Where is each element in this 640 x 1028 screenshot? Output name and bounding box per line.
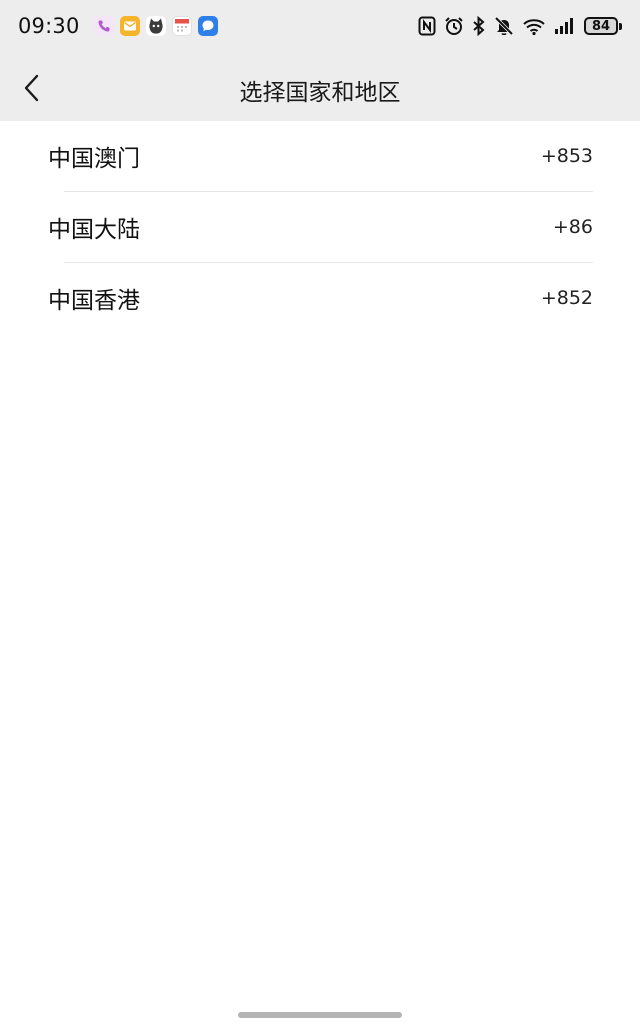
- calendar-icon-glyph: [174, 19, 189, 32]
- status-right: 84: [410, 16, 622, 36]
- page-title: 选择国家和地区: [239, 80, 401, 106]
- region-name: 中国香港: [48, 288, 140, 314]
- phone-icon-glyph: [98, 20, 110, 32]
- alarm-icon: [444, 16, 464, 36]
- battery-indicator: 84: [584, 17, 622, 35]
- mail-icon-glyph: [123, 21, 136, 31]
- wifi-icon: [522, 16, 546, 36]
- region-code: +852: [540, 287, 593, 309]
- status-left: 09:30: [18, 14, 218, 38]
- message-icon: [197, 16, 218, 36]
- mute-icon: [494, 16, 514, 36]
- signal-icon: [554, 17, 576, 35]
- region-item-macau[interactable]: 中国澳门 +853: [0, 121, 640, 191]
- cat-app-icon: [145, 16, 166, 36]
- status-bar: 09:30 84: [0, 0, 640, 56]
- battery-tip: [619, 22, 622, 30]
- calendar-icon: [171, 16, 192, 36]
- phone-icon: [93, 16, 114, 36]
- nfc-icon: [418, 16, 436, 36]
- region-code: +86: [552, 216, 593, 238]
- mail-icon: [119, 16, 140, 36]
- battery-level: 84: [584, 17, 618, 35]
- message-icon-glyph: [202, 20, 214, 32]
- region-code: +853: [540, 145, 593, 167]
- region-item-hongkong[interactable]: 中国香港 +852: [0, 263, 640, 333]
- region-name: 中国澳门: [48, 146, 140, 172]
- top-area: 09:30 84 选择国家和地区: [0, 0, 640, 121]
- region-name: 中国大陆: [48, 217, 140, 243]
- status-time: 09:30: [18, 14, 80, 38]
- nav-bar: 选择国家和地区: [0, 56, 640, 121]
- region-item-mainland[interactable]: 中国大陆 +86: [0, 192, 640, 262]
- region-list: 中国澳门 +853 中国大陆 +86 中国香港 +852: [0, 121, 640, 333]
- home-indicator[interactable]: [238, 1012, 402, 1018]
- bluetooth-icon: [472, 16, 486, 36]
- cat-app-icon-glyph: [148, 18, 163, 34]
